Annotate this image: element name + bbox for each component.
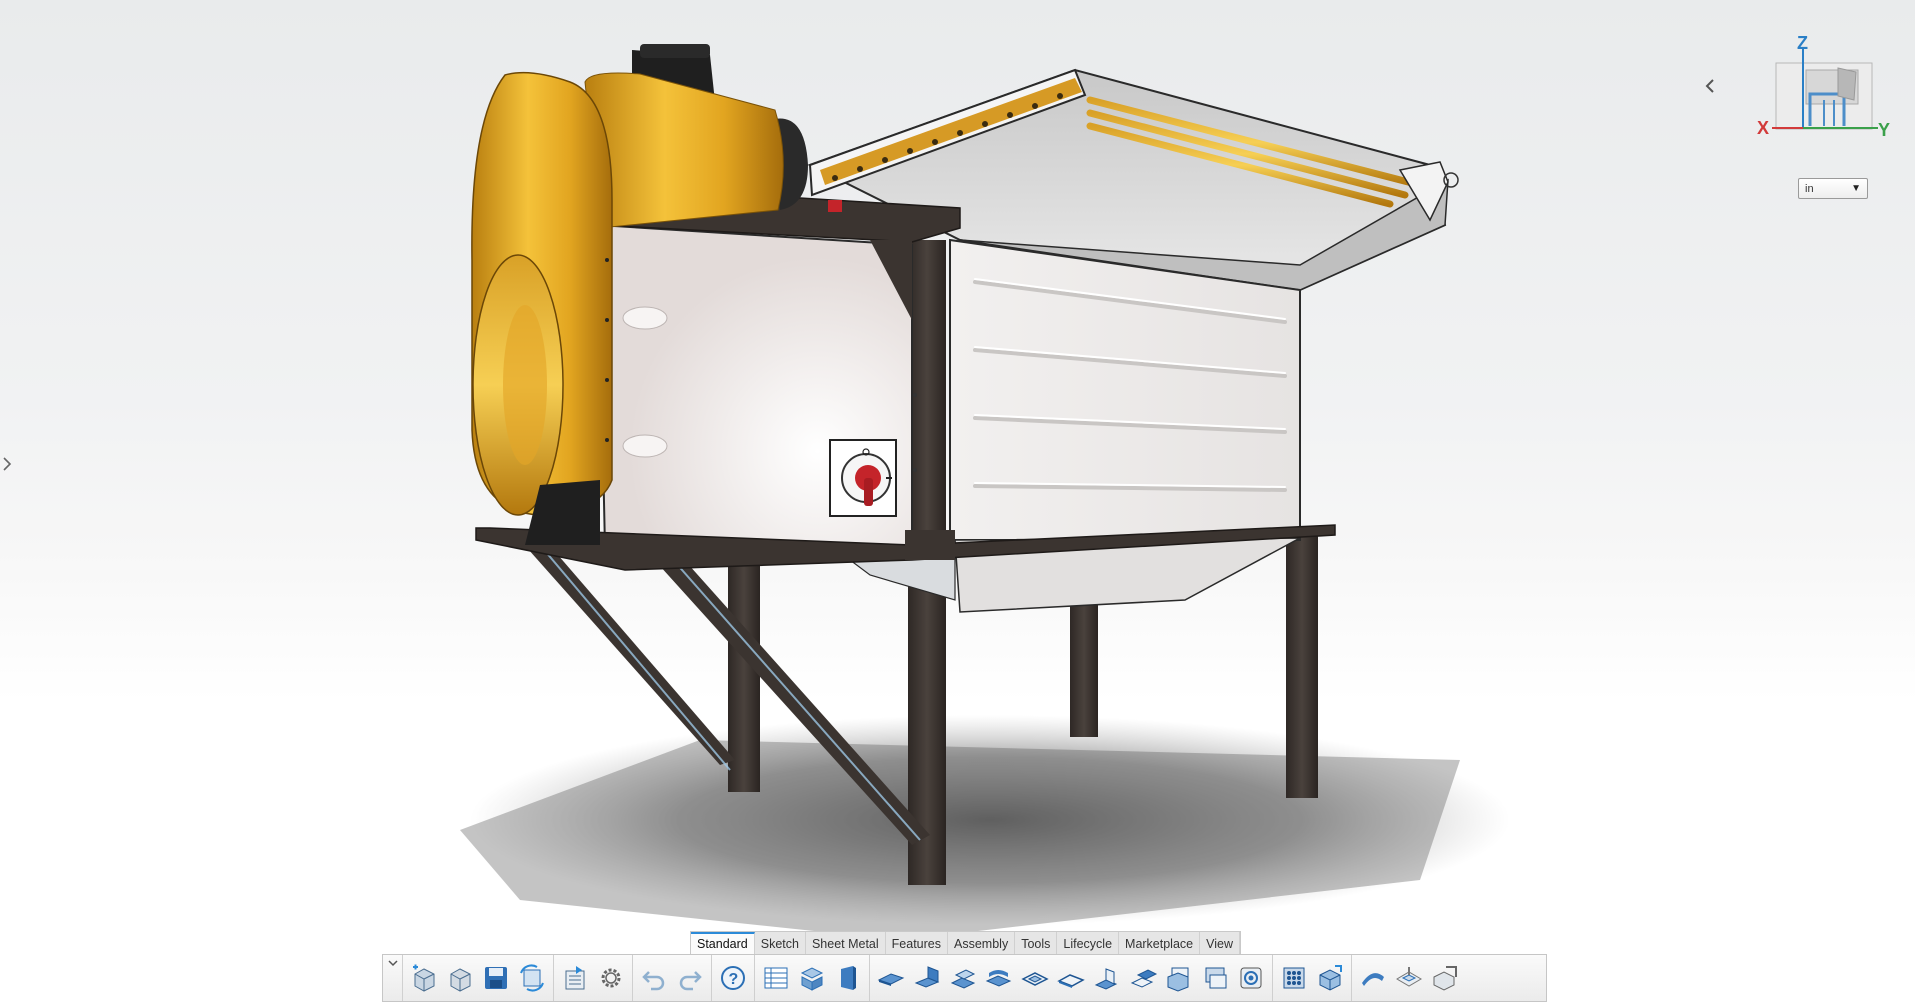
lofted-bend-icon [1057, 974, 1085, 988]
save-button[interactable] [478, 958, 514, 998]
command-toolbar: ? [382, 954, 1547, 1002]
toolbar-group-assembly [755, 955, 870, 1001]
z-axis-label: Z [1797, 33, 1808, 53]
tab-view[interactable]: View [1200, 932, 1240, 956]
redo-icon [679, 971, 702, 991]
tab-sketch[interactable]: Sketch [755, 932, 806, 956]
hem-button[interactable] [981, 958, 1017, 998]
insert-bends-button[interactable] [1312, 958, 1348, 998]
jog-icon [1021, 972, 1049, 986]
forming-tool-icon [1240, 967, 1262, 989]
chevron-down-icon [387, 960, 398, 967]
units-value: in [1805, 182, 1814, 195]
new-part-icon [413, 964, 435, 992]
help-button[interactable]: ? [715, 958, 751, 998]
break-corner-button[interactable] [1089, 958, 1125, 998]
toolbar-group-file [403, 955, 554, 1001]
pattern-button[interactable] [1276, 958, 1312, 998]
open-file-button[interactable] [442, 958, 478, 998]
settings-button[interactable] [593, 958, 629, 998]
y-axis-label: Y [1878, 120, 1890, 140]
settings-gear-icon [601, 968, 621, 988]
sketched-bend-icon [950, 969, 976, 989]
form-feature-icon [1396, 967, 1422, 987]
miter-flange-icon [1130, 969, 1158, 988]
unfold-button[interactable] [1161, 958, 1197, 998]
floor-shadow [460, 715, 1510, 940]
tab-assembly[interactable]: Assembly [948, 932, 1016, 956]
front-enclosure-panel [596, 223, 917, 550]
regenerate-button[interactable] [514, 958, 550, 998]
flatten-button[interactable] [1355, 958, 1391, 998]
break-corner-icon [1094, 968, 1118, 990]
toolbar-group-help: ? [712, 955, 755, 1001]
toolbar-tabs: Standard Sketch Sheet Metal Features Ass… [690, 931, 1241, 958]
exploded-view-button[interactable] [794, 958, 830, 998]
x-axis-label: X [1757, 118, 1769, 138]
svg-text:?: ? [729, 971, 739, 988]
form-feature-button[interactable] [1391, 958, 1427, 998]
lofted-bend-button[interactable] [1053, 958, 1089, 998]
view-cube[interactable]: Z X Y [1750, 30, 1900, 145]
properties-button[interactable] [557, 958, 593, 998]
forming-tool-button[interactable] [1233, 958, 1269, 998]
convert-to-sheet-metal-button[interactable] [1427, 958, 1463, 998]
tab-sheet-metal[interactable]: Sheet Metal [806, 932, 886, 956]
hem-icon [985, 970, 1012, 987]
base-flange-button[interactable] [873, 958, 909, 998]
dropdown-arrow-icon: ▼ [1851, 183, 1861, 194]
tab-features[interactable]: Features [886, 932, 949, 956]
jog-button[interactable] [1017, 958, 1053, 998]
left-panel-toggle[interactable] [0, 452, 14, 476]
pattern-icon [1283, 967, 1305, 989]
collapse-panel-button[interactable] [1692, 70, 1728, 102]
new-part-button[interactable] [406, 958, 442, 998]
fold-button[interactable] [1197, 958, 1233, 998]
cad-model-conveyor[interactable] [0, 0, 1915, 1003]
chevron-right-icon [3, 457, 12, 471]
tab-tools[interactable]: Tools [1015, 932, 1058, 956]
toolbar-group-convert [1352, 955, 1466, 1001]
undo-icon [642, 971, 665, 991]
flatten-icon [1362, 973, 1384, 986]
base-flange-icon [877, 973, 905, 986]
rotary-switch [829, 439, 897, 517]
help-icon: ? [721, 966, 745, 990]
edge-flange-button[interactable] [909, 958, 945, 998]
fold-icon [1205, 967, 1227, 989]
toolbar-group-options [554, 955, 633, 1001]
sheet-metal-door-button[interactable] [830, 958, 866, 998]
edge-flange-icon [914, 966, 940, 988]
sketched-bend-button[interactable] [945, 958, 981, 998]
tab-marketplace[interactable]: Marketplace [1119, 932, 1201, 956]
view-cube-box-icon [1775, 62, 1873, 130]
3d-viewport[interactable]: Z X Y in ▼ [0, 0, 1915, 1003]
exploded-view-icon [800, 967, 824, 991]
undo-button[interactable] [636, 958, 672, 998]
regenerate-icon [520, 964, 544, 992]
bill-of-materials-icon [764, 967, 788, 989]
chevron-left-icon [1705, 79, 1714, 93]
redo-button[interactable] [672, 958, 708, 998]
unfold-icon [1167, 967, 1189, 992]
miter-flange-button[interactable] [1125, 958, 1161, 998]
insert-bends-icon [1319, 965, 1342, 991]
tab-lifecycle[interactable]: Lifecycle [1057, 932, 1120, 956]
open-file-icon [450, 968, 471, 992]
sheet-metal-door-icon [841, 966, 856, 990]
save-icon [485, 967, 507, 989]
toolbar-group-history [633, 955, 712, 1001]
convert-to-sheet-metal-icon [1433, 966, 1457, 991]
toolbar-group-sheet-metal [870, 955, 1273, 1001]
bill-of-materials-button[interactable] [758, 958, 794, 998]
units-dropdown[interactable]: in ▼ [1798, 178, 1868, 199]
toolbar-group-pattern [1273, 955, 1352, 1001]
toolbar-menu-button[interactable] [383, 955, 403, 1001]
properties-icon [565, 966, 585, 990]
